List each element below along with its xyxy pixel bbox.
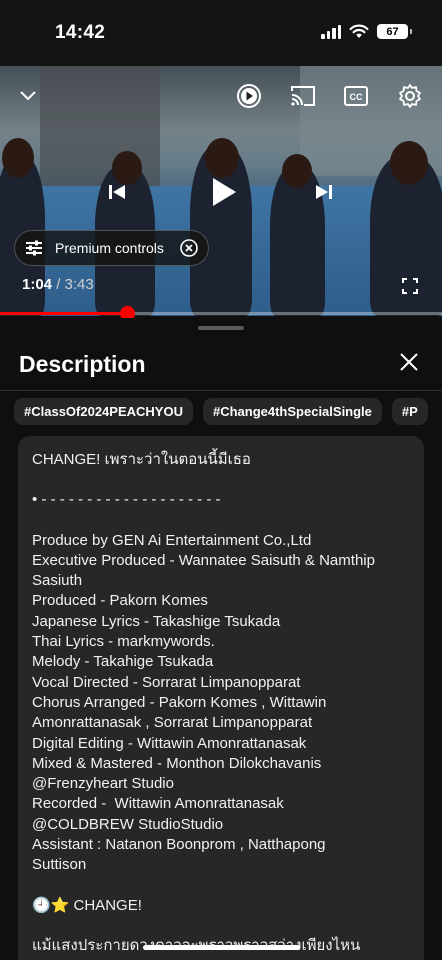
panel-title: Description bbox=[19, 351, 146, 377]
time-readout: 1:04 / 3:43 bbox=[22, 276, 94, 293]
seek-bar[interactable] bbox=[0, 306, 442, 321]
description-blank-line bbox=[32, 470, 410, 490]
description-line: Mixed & Mastered - Monthon Dilokchavanis bbox=[32, 754, 322, 772]
divider bbox=[0, 390, 442, 391]
hashtag-chips: #ClassOf2024PEACHYOU #Change4thSpecialSi… bbox=[14, 398, 428, 425]
description-line: • - - - - - - - - - - - - - - - - - - - … bbox=[32, 491, 221, 509]
cellular-signal-icon bbox=[321, 24, 341, 39]
description-line: Suttison bbox=[32, 856, 87, 874]
current-time: 1:04 bbox=[22, 276, 53, 293]
video-frame-figure-head bbox=[2, 138, 34, 178]
description-line: Produce by GEN Ai Entertainment Co.,Ltd bbox=[32, 531, 312, 549]
video-frame-figure-head bbox=[282, 154, 312, 188]
skip-next-icon[interactable] bbox=[311, 179, 337, 205]
cast-icon[interactable] bbox=[289, 82, 317, 110]
description-line: Vocal Directed - Sorrarat Limpanopparat bbox=[32, 673, 301, 691]
status-time: 14:42 bbox=[55, 22, 106, 43]
chevron-down-icon[interactable] bbox=[15, 83, 41, 109]
time-separator: / bbox=[52, 276, 65, 293]
seek-bar-fill bbox=[0, 312, 127, 315]
description-line: Recorded - Wittawin Amonrattanasak bbox=[32, 795, 284, 813]
duration: 3:43 bbox=[64, 276, 94, 293]
hashtag-chip[interactable]: #Change4thSpecialSingle bbox=[202, 398, 382, 425]
description-text-card[interactable]: CHANGE! เพราะว่าในตอนนี้มีเธอ • - - - - -… bbox=[18, 436, 424, 960]
video-frame-background bbox=[40, 66, 160, 186]
fullscreen-icon[interactable] bbox=[398, 274, 422, 298]
description-line: Thai Lyrics - markmywords. bbox=[32, 633, 215, 651]
status-icons: 67 bbox=[321, 24, 412, 39]
description-line: Japanese Lyrics - Takashige Tsukada bbox=[32, 612, 281, 630]
description-panel: Description #ClassOf2024PEACHYOU #Change… bbox=[0, 318, 442, 960]
description-line: Amonrattanasak , Sorrarat Limpanopparat bbox=[32, 714, 313, 732]
video-frame-figure-head bbox=[390, 141, 428, 185]
close-icon[interactable] bbox=[398, 351, 422, 375]
description-line: Melody - Takahige Tsukada bbox=[32, 653, 214, 671]
video-player[interactable]: CC Premium controls 1:04 / 3:43 bbox=[0, 66, 442, 316]
captions-icon[interactable]: CC bbox=[342, 82, 370, 110]
gear-icon[interactable] bbox=[396, 82, 424, 110]
description-line: @Frenzyheart Studio bbox=[32, 775, 174, 793]
description-line: 🕘⭐ CHANGE! bbox=[32, 896, 142, 914]
description-line: CHANGE! เพราะว่าในตอนนี้มีเธอ bbox=[32, 451, 251, 468]
description-line: Executive Produced - Wannatee Saisuth & … bbox=[32, 551, 375, 569]
close-circle-icon[interactable] bbox=[180, 239, 198, 257]
description-blank-line bbox=[32, 916, 410, 936]
description-blank-line bbox=[32, 511, 410, 531]
skip-previous-icon[interactable] bbox=[104, 179, 130, 205]
description-line: Sasiuth bbox=[32, 572, 83, 590]
description-line: @COLDBREW StudioStudio bbox=[32, 815, 224, 833]
description-line: Assistant : Natanon Boonprom , Natthapon… bbox=[32, 836, 326, 854]
description-line: Chorus Arranged - Pakorn Komes , Wittawi… bbox=[32, 693, 327, 711]
premium-controls-pill[interactable]: Premium controls bbox=[14, 230, 209, 266]
premium-controls-label: Premium controls bbox=[55, 240, 164, 256]
drag-handle[interactable] bbox=[198, 326, 244, 330]
sliders-icon bbox=[26, 240, 42, 256]
description-blank-line bbox=[32, 876, 410, 896]
svg-text:CC: CC bbox=[350, 92, 363, 102]
hashtag-chip[interactable]: #ClassOf2024PEACHYOU bbox=[14, 398, 193, 425]
hashtag-chip[interactable]: #P bbox=[391, 398, 428, 425]
play-icon[interactable] bbox=[204, 172, 244, 212]
home-indicator[interactable] bbox=[143, 945, 300, 950]
description-line: Produced - Pakorn Komes bbox=[32, 592, 208, 610]
battery-icon: 67 bbox=[377, 24, 412, 39]
autoplay-icon[interactable] bbox=[235, 82, 263, 110]
description-line: Digital Editing - Wittawin Amonrattanasa… bbox=[32, 734, 307, 752]
wifi-icon bbox=[349, 24, 369, 38]
status-bar: 14:42 67 bbox=[0, 0, 442, 66]
